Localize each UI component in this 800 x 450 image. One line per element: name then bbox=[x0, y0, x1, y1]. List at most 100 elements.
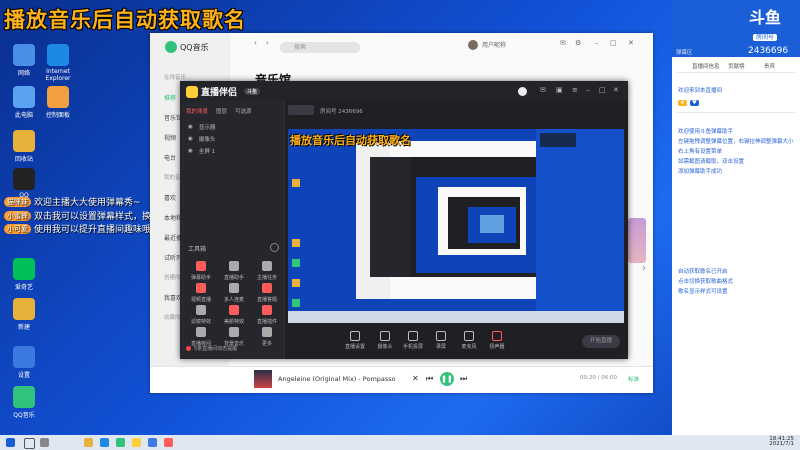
qqmusic-icon[interactable]: QQ音乐 bbox=[4, 386, 44, 419]
close-icon[interactable]: ✕ bbox=[628, 39, 634, 47]
next-icon[interactable]: ⏭ bbox=[460, 374, 467, 384]
tool-item[interactable]: 视频直播 bbox=[188, 283, 214, 303]
clock[interactable]: 18:41:25 2021/7/1 bbox=[769, 436, 794, 447]
info-item[interactable]: 贡献榜 bbox=[728, 62, 745, 70]
close-icon[interactable]: ✕ bbox=[613, 86, 619, 94]
eye-icon[interactable]: ◉ bbox=[188, 136, 193, 142]
start-icon[interactable] bbox=[6, 438, 15, 447]
info-item[interactable]: 贵宾 bbox=[764, 62, 775, 70]
room-number: 2436696 bbox=[748, 46, 789, 56]
search-icon[interactable] bbox=[24, 438, 35, 449]
folder-icon[interactable]: 回收站 bbox=[4, 130, 44, 163]
toolbar-button[interactable]: 直播设置 bbox=[340, 331, 370, 350]
tool-icon bbox=[229, 261, 239, 271]
source-item[interactable]: ◉ 显示器 bbox=[188, 123, 215, 131]
tool-item[interactable]: 滤镜特效 bbox=[188, 305, 214, 325]
welcome-text: 欢迎来到本直播间 bbox=[678, 88, 723, 94]
toolbar-button[interactable]: 扬声器 bbox=[482, 331, 512, 350]
source-item[interactable]: ◉ 全屏 1 bbox=[188, 147, 215, 155]
screen-record-icon bbox=[436, 331, 446, 341]
tool-item[interactable]: 多人连麦 bbox=[221, 283, 247, 303]
minimize-icon[interactable]: – bbox=[586, 86, 590, 94]
sidebar-item[interactable]: 喜欢 bbox=[164, 193, 176, 202]
toolbar-button[interactable]: 摄像头 bbox=[370, 331, 400, 350]
qq-icon-glyph bbox=[13, 168, 35, 190]
desktop-icon-label: 新建 bbox=[17, 324, 30, 331]
tool-item[interactable]: 美颜特效 bbox=[221, 305, 247, 325]
edge-icon[interactable] bbox=[100, 438, 109, 447]
toolbar-button[interactable]: 手机投屏 bbox=[398, 331, 428, 350]
iqiyi-icon[interactable]: 爱奇艺 bbox=[4, 258, 44, 291]
tool-item[interactable]: 更多 bbox=[254, 327, 280, 347]
tool-icon bbox=[196, 261, 206, 271]
sidebar-item[interactable]: 在线音乐 bbox=[164, 73, 186, 81]
sidebar-item[interactable]: 电台 bbox=[164, 153, 176, 162]
prev-icon[interactable]: ⏮ bbox=[426, 374, 433, 384]
room-bar: 房间号 2436696 bbox=[284, 101, 628, 121]
ie-icon-glyph bbox=[47, 44, 69, 66]
tool-item[interactable]: 主播任务 bbox=[254, 261, 280, 281]
sidebar-item[interactable]: 视频 bbox=[164, 133, 176, 142]
tool-label: 多人连麦 bbox=[223, 297, 244, 303]
notice-bar[interactable]: 5条直播间动态提醒 bbox=[186, 345, 237, 352]
app-icon[interactable]: 控制面板 bbox=[38, 86, 78, 119]
toolbar-label: 录屏 bbox=[435, 344, 446, 350]
settings-icon[interactable]: ⚙ bbox=[575, 39, 581, 47]
eye-icon[interactable]: ◉ bbox=[188, 148, 193, 154]
forward-icon[interactable]: › bbox=[266, 39, 269, 47]
desktop-icon-label: 控制面板 bbox=[45, 112, 70, 119]
collapse-icon[interactable] bbox=[270, 243, 279, 252]
task-view-icon[interactable] bbox=[40, 438, 49, 447]
assistant-message: 右上角有设置菜单 bbox=[678, 149, 723, 155]
toolbar-button[interactable]: 麦克风 bbox=[454, 331, 484, 350]
mode-icon[interactable]: ✕ bbox=[412, 374, 419, 383]
album-cover[interactable] bbox=[254, 370, 272, 388]
chevron-right-icon[interactable]: › bbox=[642, 263, 646, 274]
tool-item[interactable]: 直播房间 bbox=[188, 327, 214, 347]
file-icon[interactable]: 新建 bbox=[4, 298, 44, 331]
start-live-button[interactable]: 开始直播 bbox=[582, 335, 620, 348]
qqmusic-taskbar-icon[interactable] bbox=[116, 438, 125, 447]
live-companion-taskbar-icon[interactable] bbox=[132, 438, 141, 447]
eye-icon[interactable]: ◉ bbox=[188, 124, 193, 130]
tab-layers[interactable]: 图层 bbox=[216, 107, 227, 115]
tool-item[interactable]: 直播插件 bbox=[254, 305, 280, 325]
source-label: 显示器 bbox=[198, 125, 216, 131]
toolbar-button[interactable]: 录屏 bbox=[426, 331, 456, 350]
info-item[interactable]: 直播间信息 bbox=[692, 62, 720, 70]
tool-item[interactable]: 直播助手 bbox=[221, 261, 247, 281]
taskbar: 18:41:25 2021/7/1 bbox=[0, 435, 800, 450]
tab-my-scene[interactable]: 我的场景 bbox=[186, 107, 208, 115]
quality-badge[interactable]: 标准 bbox=[628, 375, 639, 383]
qq-logo-text: QQ音乐 bbox=[180, 42, 209, 52]
explorer-icon[interactable] bbox=[84, 438, 93, 447]
tool-item[interactable]: 弹幕助手 bbox=[188, 261, 214, 281]
avatar[interactable] bbox=[468, 40, 478, 50]
play-pause-button[interactable]: ❚❚ bbox=[440, 372, 454, 386]
maximize-icon[interactable]: □ bbox=[599, 86, 606, 94]
mail-icon[interactable]: ✉ bbox=[540, 86, 546, 94]
skin-icon[interactable]: ✉ bbox=[560, 39, 566, 47]
platform-tag[interactable]: 斗鱼 bbox=[244, 88, 261, 95]
search-input[interactable]: 搜索 bbox=[280, 42, 360, 53]
room-cover[interactable] bbox=[288, 105, 314, 115]
tool-item[interactable]: 背景音乐 bbox=[221, 327, 247, 347]
gift-icon[interactable]: ▣ bbox=[556, 86, 563, 94]
app-taskbar-icon[interactable] bbox=[164, 438, 173, 447]
menu-icon[interactable]: ≡ bbox=[572, 86, 578, 94]
tab-sources[interactable]: 可选源 bbox=[235, 107, 252, 115]
tool-item[interactable]: 直播答题 bbox=[254, 283, 280, 303]
sidebar-item[interactable]: 推荐 bbox=[164, 93, 176, 102]
back-icon[interactable]: ‹ bbox=[254, 39, 257, 47]
source-item[interactable]: ◉ 摄像头 bbox=[188, 135, 215, 143]
banner-image[interactable] bbox=[628, 218, 646, 263]
avatar[interactable] bbox=[518, 87, 527, 96]
settings-icon[interactable]: 设置 bbox=[4, 346, 44, 379]
folder-icon-glyph bbox=[13, 130, 35, 152]
douyu-taskbar-icon[interactable] bbox=[148, 438, 157, 447]
ie-icon[interactable]: Internet Explorer bbox=[38, 44, 78, 82]
maximize-icon[interactable]: □ bbox=[610, 39, 617, 47]
notice-dot-icon bbox=[186, 346, 191, 351]
tool-icon bbox=[196, 327, 206, 337]
minimize-icon[interactable]: – bbox=[595, 39, 599, 47]
